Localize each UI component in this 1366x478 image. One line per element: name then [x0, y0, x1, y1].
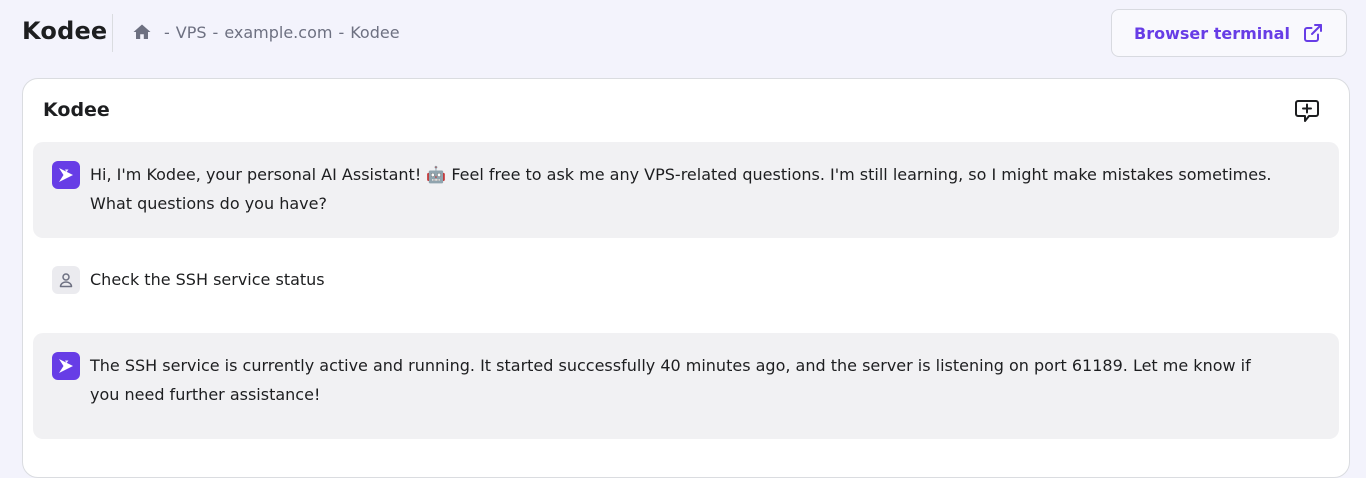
message-text: Hi, I'm Kodee, your personal AI Assistan… [90, 165, 1272, 213]
kodee-chat-panel: Kodee Hi, I'm Kodee, your personal AI As… [22, 78, 1350, 478]
assistant-message: Hi, I'm Kodee, your personal AI Assistan… [33, 142, 1339, 238]
kodee-avatar-icon [52, 352, 80, 380]
browser-terminal-label: Browser terminal [1134, 23, 1290, 43]
message-text: The SSH service is currently active and … [90, 356, 1251, 404]
top-bar: Kodee - VPS - example.com - Kodee Browse… [0, 0, 1366, 68]
message-text: Check the SSH service status [90, 270, 325, 289]
panel-title: Kodee [43, 99, 110, 121]
user-avatar-icon [52, 266, 80, 294]
kodee-avatar-icon [52, 161, 80, 189]
chat-plus-icon[interactable] [1293, 97, 1321, 125]
breadcrumb-item-current: Kodee [350, 22, 400, 42]
breadcrumb-separator: - [212, 22, 219, 42]
breadcrumb-item-vps[interactable]: VPS [176, 23, 207, 42]
external-link-icon [1302, 22, 1324, 44]
breadcrumb-item-domain[interactable]: example.com [224, 23, 332, 42]
breadcrumb-separator: - [338, 22, 345, 42]
breadcrumb-separator: - [164, 22, 170, 42]
browser-terminal-button[interactable]: Browser terminal [1111, 9, 1347, 57]
user-message: Check the SSH service status [33, 263, 1339, 297]
home-icon[interactable] [132, 22, 152, 42]
assistant-message: The SSH service is currently active and … [33, 333, 1339, 439]
page-title: Kodee [22, 17, 108, 45]
title-divider [112, 14, 113, 52]
breadcrumb: - VPS - example.com - Kodee [132, 22, 400, 42]
